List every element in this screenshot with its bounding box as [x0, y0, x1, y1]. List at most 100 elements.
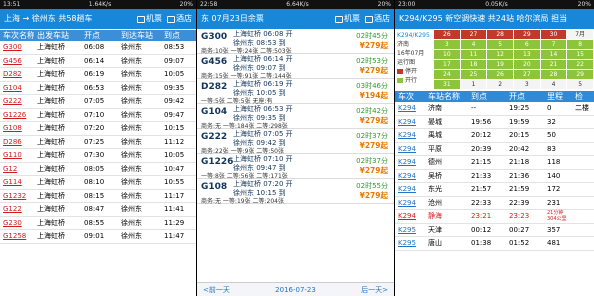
train-number[interactable]: G12 [0, 163, 34, 176]
col-train[interactable]: 车次名称 [0, 30, 34, 41]
calendar-day[interactable]: 6 [513, 40, 540, 49]
col-from[interactable]: 出发车站 [34, 30, 82, 41]
calendar-day[interactable]: 19 [487, 60, 513, 69]
table-row[interactable]: G1258 上海虹桥 09:01 徐州东 11:47 [0, 230, 196, 244]
train-number[interactable]: G230 [0, 217, 34, 230]
ticket-card[interactable]: D282 上海虹桥 06:19 开徐州东 10:05 到 03时46分 ¥194起 一等… [197, 79, 394, 105]
train-number[interactable]: D286 [0, 136, 34, 149]
calendar-day[interactable]: 12 [487, 50, 513, 59]
ticket-card[interactable]: G1226 上海虹桥 07:10 开徐州东 09:47 到 02时37分 ¥279起一… [197, 154, 394, 180]
train-number[interactable]: D282 [201, 82, 227, 92]
col-station[interactable]: 车站名称 [425, 91, 469, 102]
train-number[interactable]: G222 [201, 132, 227, 142]
train-number[interactable]: K294 [395, 197, 425, 210]
calendar-day[interactable]: 13 [513, 50, 540, 59]
hotel-button[interactable]: 酒店 [167, 9, 192, 29]
col-arrive[interactable]: 到点 [469, 91, 507, 102]
calendar-day[interactable]: 4 [540, 80, 567, 89]
table-row[interactable]: K294 禹城 20:12 20:15 50 [395, 129, 594, 143]
calendar-day[interactable]: 25 [460, 70, 487, 79]
train-number[interactable]: G300 [0, 41, 34, 54]
train-number[interactable]: G222 [0, 95, 34, 108]
table-row[interactable]: G1226 上海虹桥 07:10 徐州东 09:47 [0, 109, 196, 122]
calendar-day[interactable]: 22 [567, 60, 593, 69]
calendar-day[interactable]: 31 [434, 80, 460, 89]
train-number[interactable]: G1226 [0, 109, 34, 122]
table-row[interactable]: G114 上海虹桥 08:10 徐州东 10:55 [0, 176, 196, 190]
calendar-day[interactable]: 11 [460, 50, 487, 59]
calendar-day[interactable]: 29 [567, 70, 593, 79]
table-row[interactable]: G110 上海虹桥 07:30 徐州东 10:05 [0, 149, 196, 163]
train-number[interactable]: G122 [0, 203, 34, 216]
calendar-day[interactable]: 5 [487, 40, 513, 49]
table-row[interactable]: D282 上海虹桥 06:19 徐州东 10:05 [0, 68, 196, 82]
calendar-day[interactable]: 24 [434, 70, 460, 79]
train-number[interactable]: G108 [0, 122, 34, 135]
train-number[interactable]: K294 [395, 129, 425, 142]
calendar-day[interactable]: 18 [460, 60, 487, 69]
calendar-day[interactable]: 21 [540, 60, 567, 69]
calendar-day[interactable]: 10 [434, 50, 460, 59]
calendar-day[interactable]: 26 [434, 30, 460, 39]
col-depart[interactable]: 开点 [507, 91, 545, 102]
table-row[interactable]: K294 德州 21:15 21:18 118 [395, 156, 594, 170]
table-row[interactable]: K294 晏城 19:56 19:59 32 [395, 116, 594, 129]
train-number[interactable]: K294 [395, 116, 425, 129]
flight-button[interactable]: 机票 [335, 9, 360, 29]
calendar-day[interactable]: 28 [540, 70, 567, 79]
train-number[interactable]: K294 [395, 183, 425, 196]
calendar-day[interactable]: 26 [487, 70, 513, 79]
table-row[interactable]: G300 上海虹桥 06:08 徐州东 08:53 [0, 41, 196, 55]
train-number[interactable]: G456 [0, 55, 34, 68]
col-check[interactable]: 检 [575, 91, 594, 102]
train-number[interactable]: K294 [395, 102, 425, 115]
calendar-day[interactable]: 17 [434, 60, 460, 69]
table-row[interactable]: K294 静海 23:21 23:23 21分钟 304公里 [395, 210, 594, 224]
train-number[interactable]: K294 [395, 210, 425, 223]
train-number[interactable]: K295 [395, 237, 425, 250]
ticket-card[interactable]: G300 上海虹桥 06:08 开徐州东 08:53 到 02时45分 ¥279起 商务… [197, 29, 394, 55]
table-row[interactable]: G456 上海虹桥 06:14 徐州东 09:07 [0, 55, 196, 68]
col-depart[interactable]: 开点 [82, 30, 118, 41]
table-row[interactable]: K294 沧州 22:33 22:39 231 [395, 197, 594, 210]
calendar-day[interactable]: 15 [567, 50, 593, 59]
train-number[interactable]: G108 [201, 182, 227, 192]
calendar-day[interactable]: 14 [540, 50, 567, 59]
train-number[interactable]: K294 [395, 156, 425, 169]
table-row[interactable]: K295 天津 00:12 00:27 357 [395, 224, 594, 237]
table-row[interactable]: G104 上海虹桥 06:53 徐州东 09:35 [0, 82, 196, 95]
train-number[interactable]: G114 [0, 176, 34, 189]
table-row[interactable]: G108 上海虹桥 07:20 徐州东 10:15 [0, 122, 196, 136]
train-number[interactable]: G456 [201, 57, 227, 67]
col-to[interactable]: 到达车站 [118, 30, 162, 41]
calendar-day[interactable]: 2 [487, 80, 513, 89]
col-arrive[interactable]: 到点 [162, 30, 196, 41]
table-row[interactable]: K294 平原 20:39 20:42 83 [395, 143, 594, 156]
calendar-day[interactable]: 7月 [567, 30, 593, 39]
train-number[interactable]: K294 [395, 143, 425, 156]
ticket-card[interactable]: G222 上海虹桥 07:05 开徐州东 09:42 到 02时37分 ¥279起 商务… [197, 129, 394, 155]
calendar-day[interactable]: 4 [460, 40, 487, 49]
flight-button[interactable]: 机票 [137, 9, 162, 29]
train-number[interactable]: G1258 [0, 230, 34, 243]
col-distance[interactable]: 里程 [545, 91, 575, 102]
calendar-day[interactable]: 5 [567, 80, 593, 89]
calendar-day[interactable]: 7 [540, 40, 567, 49]
calendar-day[interactable]: 30 [540, 30, 567, 39]
table-row[interactable]: G230 上海虹桥 08:55 徐州东 11:29 [0, 217, 196, 230]
calendar-day[interactable]: 28 [487, 30, 513, 39]
train-number[interactable]: K295 [395, 224, 425, 237]
calendar-day[interactable]: 8 [567, 40, 593, 49]
train-number[interactable]: G1232 [0, 190, 34, 203]
table-row[interactable]: K294 济南 -- 19:25 0 二楼 [395, 102, 594, 116]
table-row[interactable]: G1232 上海虹桥 08:15 徐州东 11:17 [0, 190, 196, 203]
train-number[interactable]: G104 [0, 82, 34, 95]
calendar-day[interactable]: 27 [513, 70, 540, 79]
calendar-day[interactable]: 27 [460, 30, 487, 39]
train-number[interactable]: G104 [201, 107, 227, 117]
train-number[interactable]: G110 [0, 149, 34, 162]
table-row[interactable]: G122 上海虹桥 08:47 徐州东 11:41 [0, 203, 196, 217]
next-day-button[interactable]: 后一天> [361, 283, 388, 296]
calendar-day[interactable]: 3 [513, 80, 540, 89]
col-train[interactable]: 车次 [395, 91, 425, 102]
